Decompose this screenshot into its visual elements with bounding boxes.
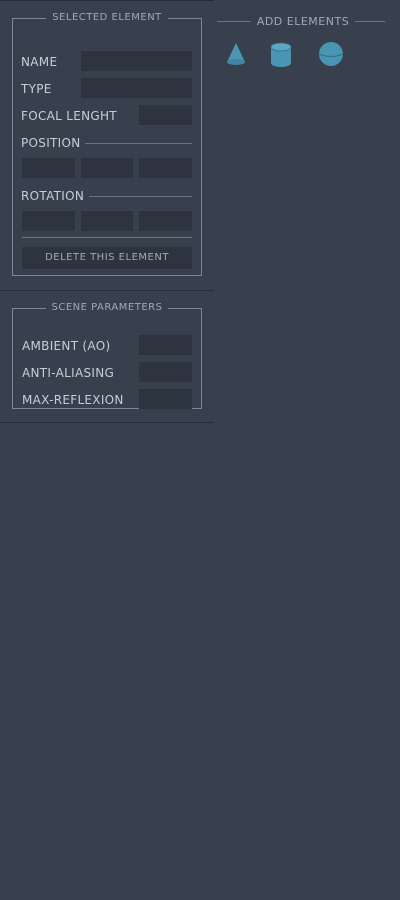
add-cone-button[interactable] bbox=[222, 40, 250, 68]
anti-aliasing-label: ANTI-ALIASING bbox=[22, 366, 115, 380]
position-z-input[interactable] bbox=[139, 158, 192, 178]
max-reflexion-label: MAX-REFLEXION bbox=[22, 393, 124, 407]
selected-element-legend: SELECTED ELEMENT bbox=[52, 12, 162, 23]
sphere-icon bbox=[318, 42, 344, 66]
rotation-label: ROTATION bbox=[21, 189, 85, 203]
top-divider bbox=[0, 0, 214, 1]
bottom-divider bbox=[0, 422, 214, 423]
add-sphere-button[interactable] bbox=[317, 40, 345, 68]
type-label: TYPE bbox=[21, 82, 52, 96]
cone-icon bbox=[227, 43, 245, 65]
name-input[interactable] bbox=[81, 51, 192, 71]
rotation-y-input[interactable] bbox=[81, 211, 133, 231]
name-label: NAME bbox=[21, 55, 58, 69]
add-elements-header: ADD ELEMENTS bbox=[217, 14, 385, 30]
position-y-input[interactable] bbox=[81, 158, 133, 178]
focal-length-label: FOCAL LENGHT bbox=[21, 109, 117, 123]
add-elements-title: ADD ELEMENTS bbox=[256, 15, 350, 28]
position-label: POSITION bbox=[21, 136, 81, 150]
type-input[interactable] bbox=[81, 78, 192, 98]
rotation-z-input[interactable] bbox=[139, 211, 192, 231]
cylinder-icon bbox=[270, 42, 292, 67]
delete-divider bbox=[22, 237, 192, 238]
middle-divider bbox=[0, 290, 214, 291]
anti-aliasing-input[interactable] bbox=[139, 362, 192, 382]
add-elements-line-left bbox=[217, 21, 251, 22]
position-x-input[interactable] bbox=[22, 158, 75, 178]
add-elements-line-right bbox=[355, 21, 385, 22]
delete-element-button[interactable]: DELETE THIS ELEMENT bbox=[22, 247, 192, 269]
position-divider bbox=[85, 143, 192, 144]
scene-parameters-legend: SCENE PARAMETERS bbox=[51, 302, 163, 313]
max-reflexion-input[interactable] bbox=[139, 389, 192, 409]
ambient-label: AMBIENT (AO) bbox=[22, 339, 111, 353]
add-cylinder-button[interactable] bbox=[267, 40, 295, 68]
focal-length-input[interactable] bbox=[139, 105, 192, 125]
ambient-input[interactable] bbox=[139, 335, 192, 355]
selected-element-panel: SELECTED ELEMENT NAME TYPE FOCAL LENGHT … bbox=[12, 12, 202, 276]
rotation-divider bbox=[89, 196, 192, 197]
rotation-x-input[interactable] bbox=[22, 211, 75, 231]
scene-parameters-panel: SCENE PARAMETERS AMBIENT (AO) ANTI-ALIAS… bbox=[12, 302, 202, 409]
